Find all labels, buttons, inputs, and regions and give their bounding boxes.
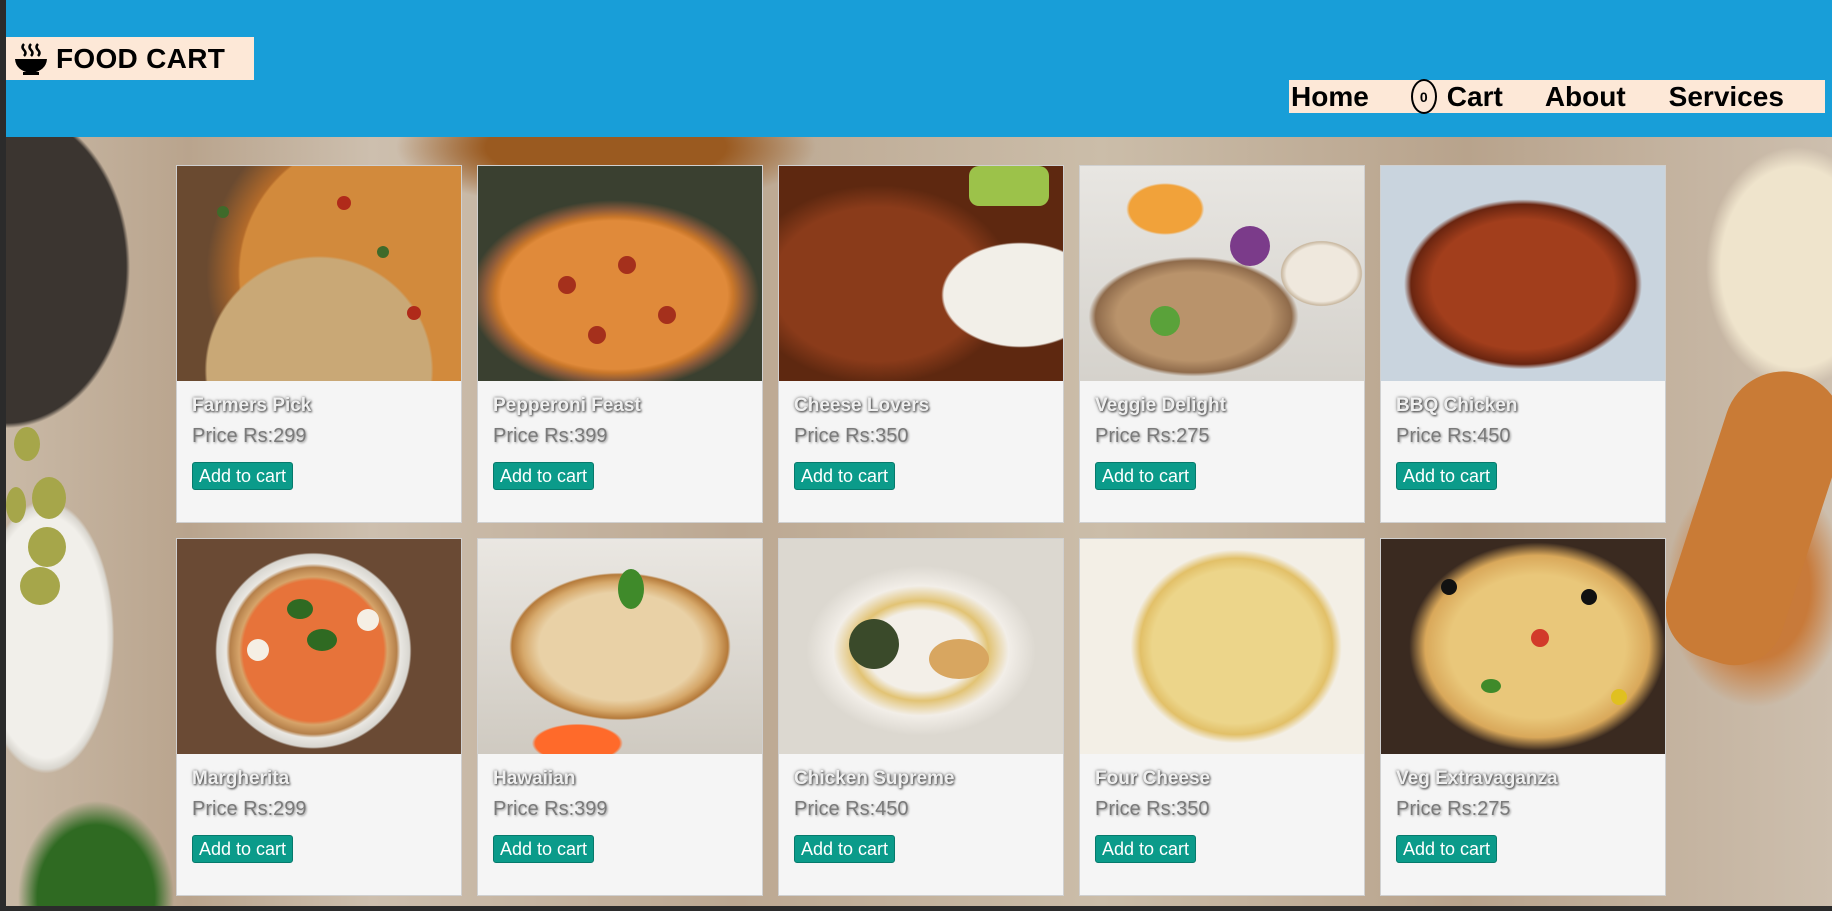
wooden-spoon-decoration [1652, 355, 1832, 679]
bowl-steam-icon [6, 37, 56, 80]
product-image[interactable] [177, 539, 461, 754]
product-name: Cheese Lovers [794, 395, 930, 416]
main-nav: Home 0 Cart About Services [1289, 79, 1825, 114]
brand-logo[interactable]: FOOD CART [6, 37, 254, 80]
product-card: Veg Extravaganza Price Rs:275 Add to car… [1380, 538, 1666, 896]
product-price: Price Rs:299 [192, 425, 307, 447]
add-to-cart-button[interactable]: Add to cart [794, 462, 896, 490]
product-image[interactable] [177, 166, 461, 381]
add-to-cart-button[interactable]: Add to cart [1396, 462, 1498, 490]
add-to-cart-button[interactable]: Add to cart [192, 835, 294, 863]
nav-home[interactable]: Home [1291, 80, 1369, 113]
product-card: Margherita Price Rs:299 Add to cart [176, 538, 462, 896]
product-price: Price Rs:350 [794, 425, 909, 447]
product-card: BBQ Chicken Price Rs:450 Add to cart [1380, 165, 1666, 523]
product-grid: Farmers Pick Price Rs:299 Add to cart Pe… [176, 165, 1666, 896]
product-name: Hawaiian [493, 768, 576, 789]
add-to-cart-button[interactable]: Add to cart [493, 835, 595, 863]
product-image[interactable] [779, 539, 1063, 754]
olives-bowl-decoration [6, 417, 96, 607]
add-to-cart-button[interactable]: Add to cart [192, 462, 294, 490]
product-name: Margherita [192, 768, 290, 789]
product-card: Four Cheese Price Rs:350 Add to cart [1079, 538, 1365, 896]
brand-title: FOOD CART [56, 42, 226, 74]
add-to-cart-button[interactable]: Add to cart [1095, 462, 1197, 490]
add-to-cart-button[interactable]: Add to cart [493, 462, 595, 490]
product-price: Price Rs:450 [1396, 425, 1511, 447]
product-price: Price Rs:299 [192, 798, 307, 820]
nav-about[interactable]: About [1545, 80, 1626, 113]
product-price: Price Rs:350 [1095, 798, 1210, 820]
add-to-cart-button[interactable]: Add to cart [794, 835, 896, 863]
product-name: Four Cheese [1095, 768, 1211, 789]
product-card: Chicken Supreme Price Rs:450 Add to cart [778, 538, 1064, 896]
site-header: FOOD CART Home 0 Cart About Services [6, 0, 1832, 137]
product-image[interactable] [1080, 166, 1364, 381]
nav-cart-label[interactable]: Cart [1447, 80, 1503, 113]
product-card: Pepperoni Feast Price Rs:399 Add to cart [477, 165, 763, 523]
product-price: Price Rs:275 [1095, 425, 1210, 447]
product-image[interactable] [1381, 539, 1665, 754]
product-card: Hawaiian Price Rs:399 Add to cart [477, 538, 763, 896]
product-name: Farmers Pick [192, 395, 312, 416]
product-name: Pepperoni Feast [493, 395, 641, 416]
product-price: Price Rs:399 [493, 798, 608, 820]
product-card: Cheese Lovers Price Rs:350 Add to cart [778, 165, 1064, 523]
product-card: Veggie Delight Price Rs:275 Add to cart [1079, 165, 1365, 523]
product-price: Price Rs:399 [493, 425, 608, 447]
product-name: Chicken Supreme [794, 768, 955, 789]
product-name: Veggie Delight [1095, 395, 1226, 416]
nav-cart[interactable]: 0 Cart [1410, 79, 1503, 114]
product-price: Price Rs:275 [1396, 798, 1511, 820]
product-name: Veg Extravaganza [1396, 768, 1558, 789]
add-to-cart-button[interactable]: Add to cart [1396, 835, 1498, 863]
nav-services[interactable]: Services [1669, 80, 1784, 113]
product-image[interactable] [478, 166, 762, 381]
product-image[interactable] [1080, 539, 1364, 754]
product-name: BBQ Chicken [1396, 395, 1518, 416]
cart-count-badge: 0 [1410, 79, 1437, 114]
product-price: Price Rs:450 [794, 798, 909, 820]
add-to-cart-button[interactable]: Add to cart [1095, 835, 1197, 863]
product-card: Farmers Pick Price Rs:299 Add to cart [176, 165, 462, 523]
product-image[interactable] [779, 166, 1063, 381]
product-image[interactable] [478, 539, 762, 754]
window-frame-bottom [0, 906, 1832, 911]
product-image[interactable] [1381, 166, 1665, 381]
window-frame-left [0, 0, 6, 911]
